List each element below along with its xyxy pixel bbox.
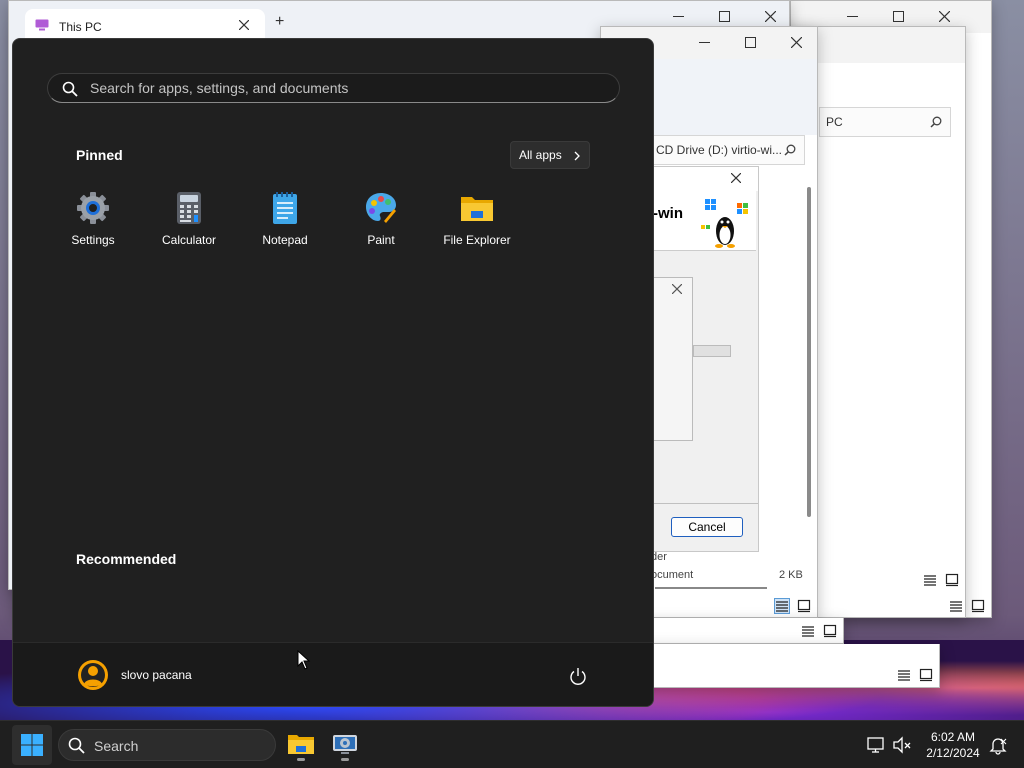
tab-title: This PC [59, 20, 102, 34]
start-menu: Pinned All apps Settings [12, 38, 654, 707]
notepad-icon [273, 192, 297, 224]
view-switcher [949, 599, 985, 613]
cancel-button[interactable]: Cancel [671, 517, 743, 537]
file-explorer-icon [288, 735, 314, 754]
taskbar-setup-app[interactable] [327, 727, 363, 763]
taskbar-search-label: Search [94, 738, 139, 754]
tab-this-pc[interactable]: This PC [25, 9, 265, 41]
search-icon [784, 144, 796, 156]
pinned-app-notepad[interactable]: Notepad [240, 189, 330, 259]
avatar[interactable] [77, 659, 109, 691]
mouse-cursor-icon [297, 650, 311, 670]
tiles-view-icon[interactable] [971, 599, 985, 613]
network-icon[interactable] [866, 735, 886, 755]
app-label: Paint [367, 233, 395, 247]
taskbar-file-explorer[interactable] [283, 727, 319, 763]
notification-bell-icon[interactable] [988, 735, 1008, 755]
chevron-right-icon [574, 151, 580, 161]
address-text: CD Drive (D:) virtio-wi... [656, 143, 782, 157]
search-icon [68, 737, 85, 754]
windows-logo-icon [21, 734, 43, 756]
running-indicator [297, 758, 305, 761]
tiles-view-icon[interactable] [797, 599, 811, 613]
details-view-icon[interactable] [897, 668, 911, 682]
details-view-icon[interactable] [801, 624, 815, 638]
view-switcher [801, 624, 837, 638]
settings-icon [77, 192, 109, 224]
app-label: File Explorer [443, 233, 511, 247]
details-view-icon[interactable] [774, 598, 790, 614]
pinned-app-calculator[interactable]: Calculator [144, 189, 234, 259]
view-switcher [897, 668, 933, 682]
all-apps-button[interactable]: All apps [510, 141, 590, 169]
start-search-input[interactable] [90, 78, 610, 98]
close-icon[interactable] [731, 173, 741, 183]
pinned-app-file-explorer[interactable]: File Explorer [432, 189, 522, 259]
taskbar: Search 6:02 AM 2/12/2024 [0, 720, 1024, 768]
vertical-scrollbar[interactable] [807, 187, 811, 517]
clock-date: 2/12/2024 [926, 746, 980, 760]
tiles-view-icon[interactable] [945, 573, 959, 587]
tiles-view-icon[interactable] [823, 624, 837, 638]
close-tab-icon[interactable] [239, 20, 249, 30]
list-item-document[interactable]: ocument [651, 569, 693, 581]
details-view-icon[interactable] [923, 573, 937, 587]
view-switcher [774, 598, 811, 614]
user-name: slovo pacana [121, 668, 192, 682]
search-text: PC [826, 115, 843, 129]
search-box[interactable]: PC [819, 107, 951, 137]
search-icon [62, 81, 78, 97]
clock-time: 6:02 AM [930, 730, 976, 744]
power-icon[interactable] [569, 667, 587, 685]
virtio-logo-icon [701, 199, 748, 248]
taskbar-search[interactable]: Search [58, 729, 276, 761]
setup-installer-icon [333, 735, 357, 754]
pinned-app-paint[interactable]: Paint [336, 189, 426, 259]
pinned-heading: Pinned [76, 147, 123, 163]
speaker-muted-icon[interactable] [892, 735, 912, 755]
close-button[interactable] [773, 27, 819, 57]
details-view-icon[interactable] [949, 599, 963, 613]
start-footer: slovo pacana [13, 642, 653, 706]
minimize-button[interactable] [681, 27, 727, 57]
clock[interactable]: 6:02 AM 2/12/2024 [918, 729, 988, 761]
app-label: Notepad [262, 233, 308, 247]
file-size: 2 KB [779, 569, 803, 581]
calculator-icon [177, 192, 201, 224]
app-label: Calculator [161, 233, 217, 247]
address-bar[interactable]: CD Drive (D:) virtio-wi... [649, 135, 805, 165]
running-indicator [341, 758, 349, 761]
start-button[interactable] [12, 725, 52, 765]
this-pc-icon [35, 19, 49, 31]
search-icon [930, 116, 942, 128]
progress-bar [693, 345, 731, 357]
recommended-heading: Recommended [76, 551, 177, 567]
paint-icon [366, 193, 396, 223]
maximize-button[interactable] [727, 27, 773, 57]
view-switcher [923, 573, 959, 587]
start-search-box[interactable] [47, 73, 620, 103]
file-explorer-icon [461, 197, 493, 221]
tiles-view-icon[interactable] [919, 668, 933, 682]
close-icon[interactable] [672, 284, 682, 294]
all-apps-label: All apps [519, 148, 562, 162]
horizontal-scrollbar[interactable] [655, 587, 767, 589]
banner-text: -win [653, 205, 683, 222]
pinned-app-settings[interactable]: Settings [48, 189, 138, 259]
new-tab-button[interactable]: + [275, 13, 284, 31]
app-label: Settings [71, 233, 115, 247]
